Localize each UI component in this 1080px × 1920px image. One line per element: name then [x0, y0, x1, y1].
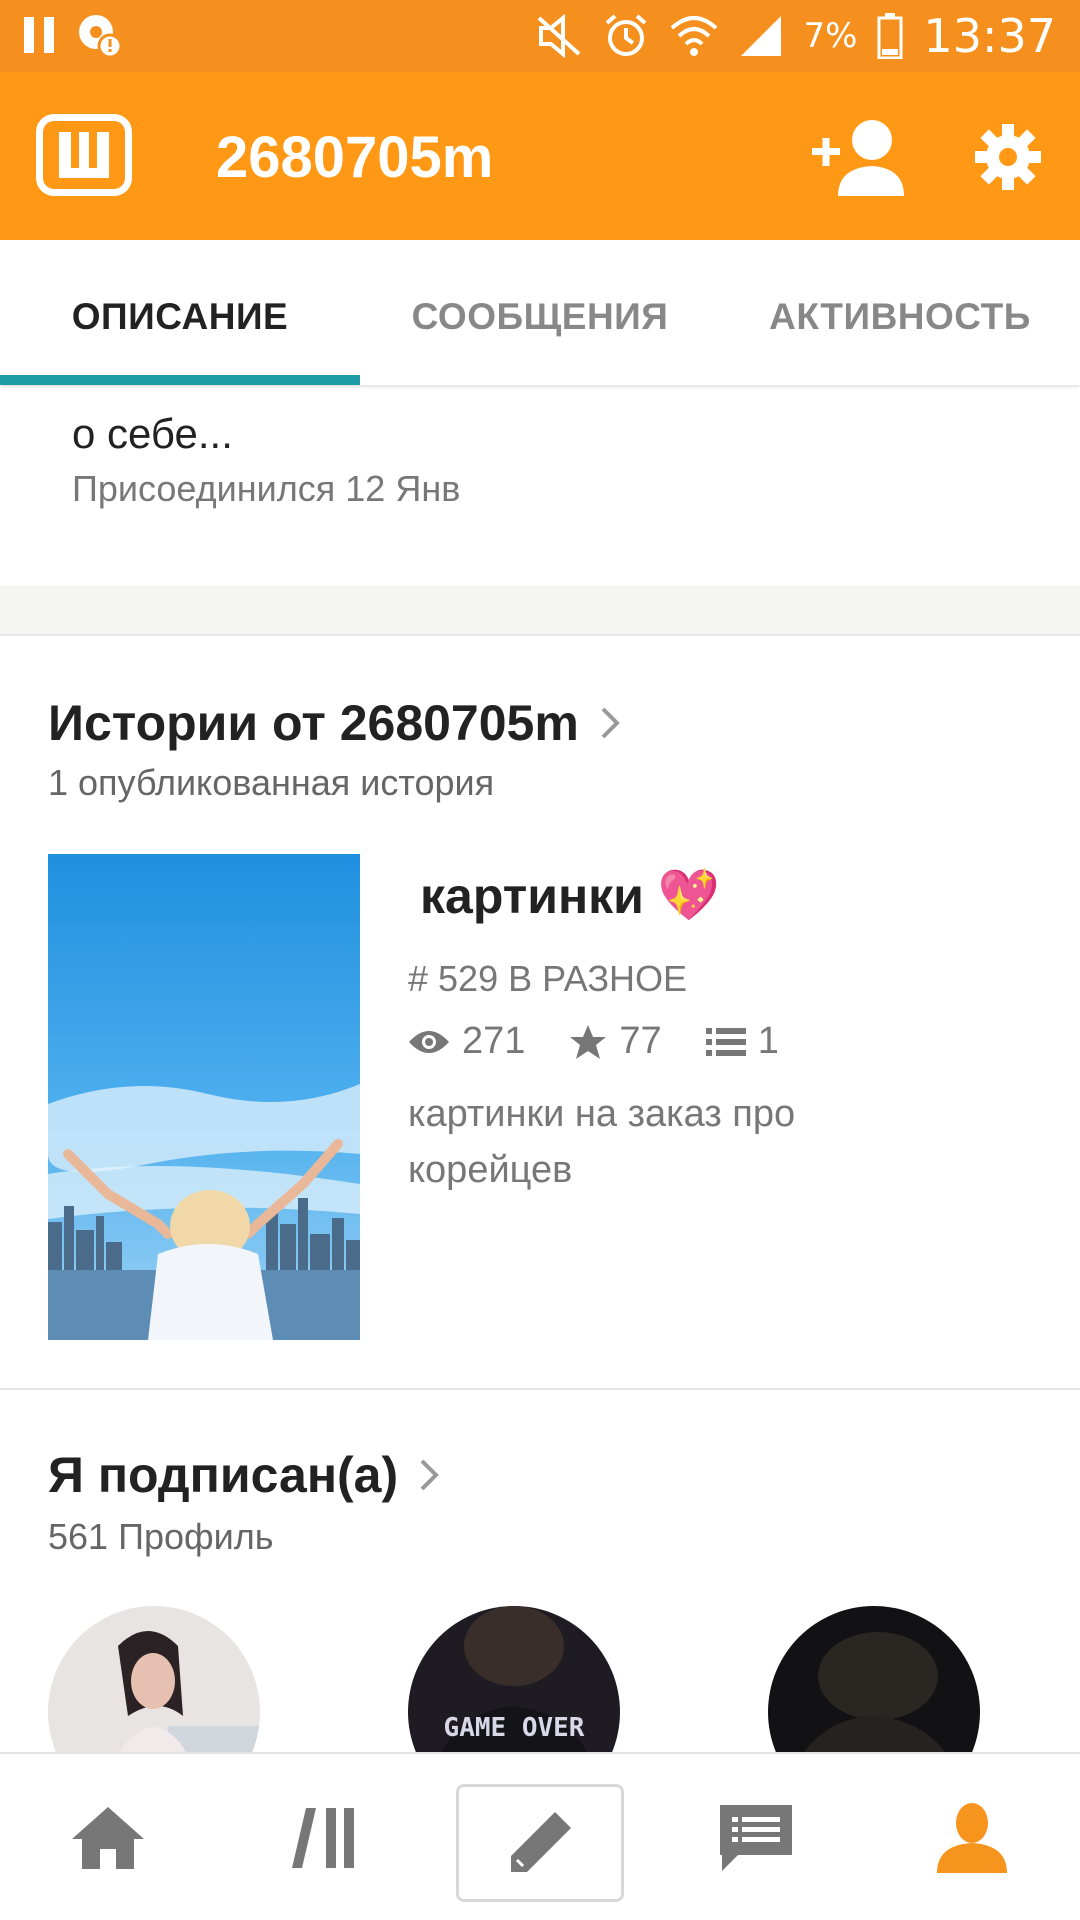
notification-alert-icon — [79, 15, 122, 58]
home-icon — [72, 1807, 144, 1869]
story-rank-tag[interactable]: # 529 В РАЗНОЕ — [408, 958, 687, 1000]
page-title: 2680705m — [216, 125, 494, 190]
following-count: 561 Профиль — [48, 1516, 274, 1557]
nav-write[interactable] — [456, 1784, 624, 1902]
profile-icon — [937, 1803, 1007, 1873]
story-stats: 271 77 1 — [408, 1020, 823, 1063]
chevron-right-icon — [420, 1459, 439, 1491]
tab-messages[interactable]: СООБЩЕНИЯ — [360, 296, 720, 338]
votes-count: 77 — [619, 1020, 662, 1062]
library-icon — [292, 1808, 354, 1868]
messages-icon — [720, 1805, 792, 1871]
nav-profile[interactable] — [864, 1754, 1080, 1920]
section-divider — [0, 1388, 1080, 1390]
stories-section-title: Истории от 2680705m — [48, 695, 579, 751]
following-section-title: Я подписан(а) — [48, 1447, 399, 1503]
avatar-shirt-text: GAME OVER — [444, 1713, 585, 1743]
wifi-icon — [671, 16, 718, 56]
app-bar: 2680705m — [0, 72, 1080, 240]
joined-date: Присоединился 12 Янв — [72, 468, 461, 509]
parts-count: 1 — [757, 1020, 779, 1062]
tab-activity[interactable]: АКТИВНОСТЬ — [720, 296, 1080, 338]
following-section-header[interactable]: Я подписан(а) — [48, 1446, 440, 1504]
status-bar: 7% 13:37 — [0, 0, 1080, 72]
alarm-icon — [606, 14, 647, 56]
battery-percent: 7% — [803, 16, 858, 56]
nav-home[interactable] — [0, 1754, 216, 1920]
pencil-write-icon — [511, 1812, 571, 1872]
stories-section-header[interactable]: Истории от 2680705m — [48, 694, 621, 752]
story-description: картинки на заказ про корейцев — [408, 1093, 796, 1191]
bottom-navigation — [0, 1752, 1080, 1920]
story-title[interactable]: картинки 💖 — [420, 866, 720, 925]
nav-messages[interactable] — [648, 1754, 864, 1920]
battery-icon — [877, 13, 903, 59]
star-icon — [570, 1024, 607, 1059]
about-text[interactable]: о себе... — [72, 410, 233, 458]
add-user-icon[interactable] — [812, 116, 904, 198]
pause-icon — [24, 17, 54, 53]
clock: 13:37 — [923, 9, 1056, 63]
story-cover-image — [48, 854, 360, 1340]
sparkling-heart-emoji: 💖 — [657, 866, 721, 924]
tab-description[interactable]: ОПИСАНИЕ — [0, 296, 360, 338]
wattpad-logo-icon — [59, 132, 109, 178]
settings-icon[interactable] — [975, 124, 1041, 190]
profile-tabs: ОПИСАНИЕ СООБЩЕНИЯ АКТИВНОСТЬ — [0, 240, 1080, 385]
section-separator — [0, 586, 1080, 636]
eye-icon — [409, 1030, 449, 1053]
tab-indicator — [0, 375, 360, 385]
signal-icon — [741, 16, 782, 56]
mute-icon — [538, 14, 581, 58]
stories-count: 1 опубликованная история — [48, 762, 495, 803]
chevron-right-icon — [601, 707, 620, 739]
app-logo[interactable] — [36, 114, 132, 196]
views-count: 271 — [462, 1020, 526, 1062]
nav-library[interactable] — [216, 1754, 432, 1920]
story-cover[interactable] — [48, 854, 360, 1340]
story-title-text: картинки — [420, 867, 644, 924]
parts-list-icon — [705, 1027, 746, 1056]
